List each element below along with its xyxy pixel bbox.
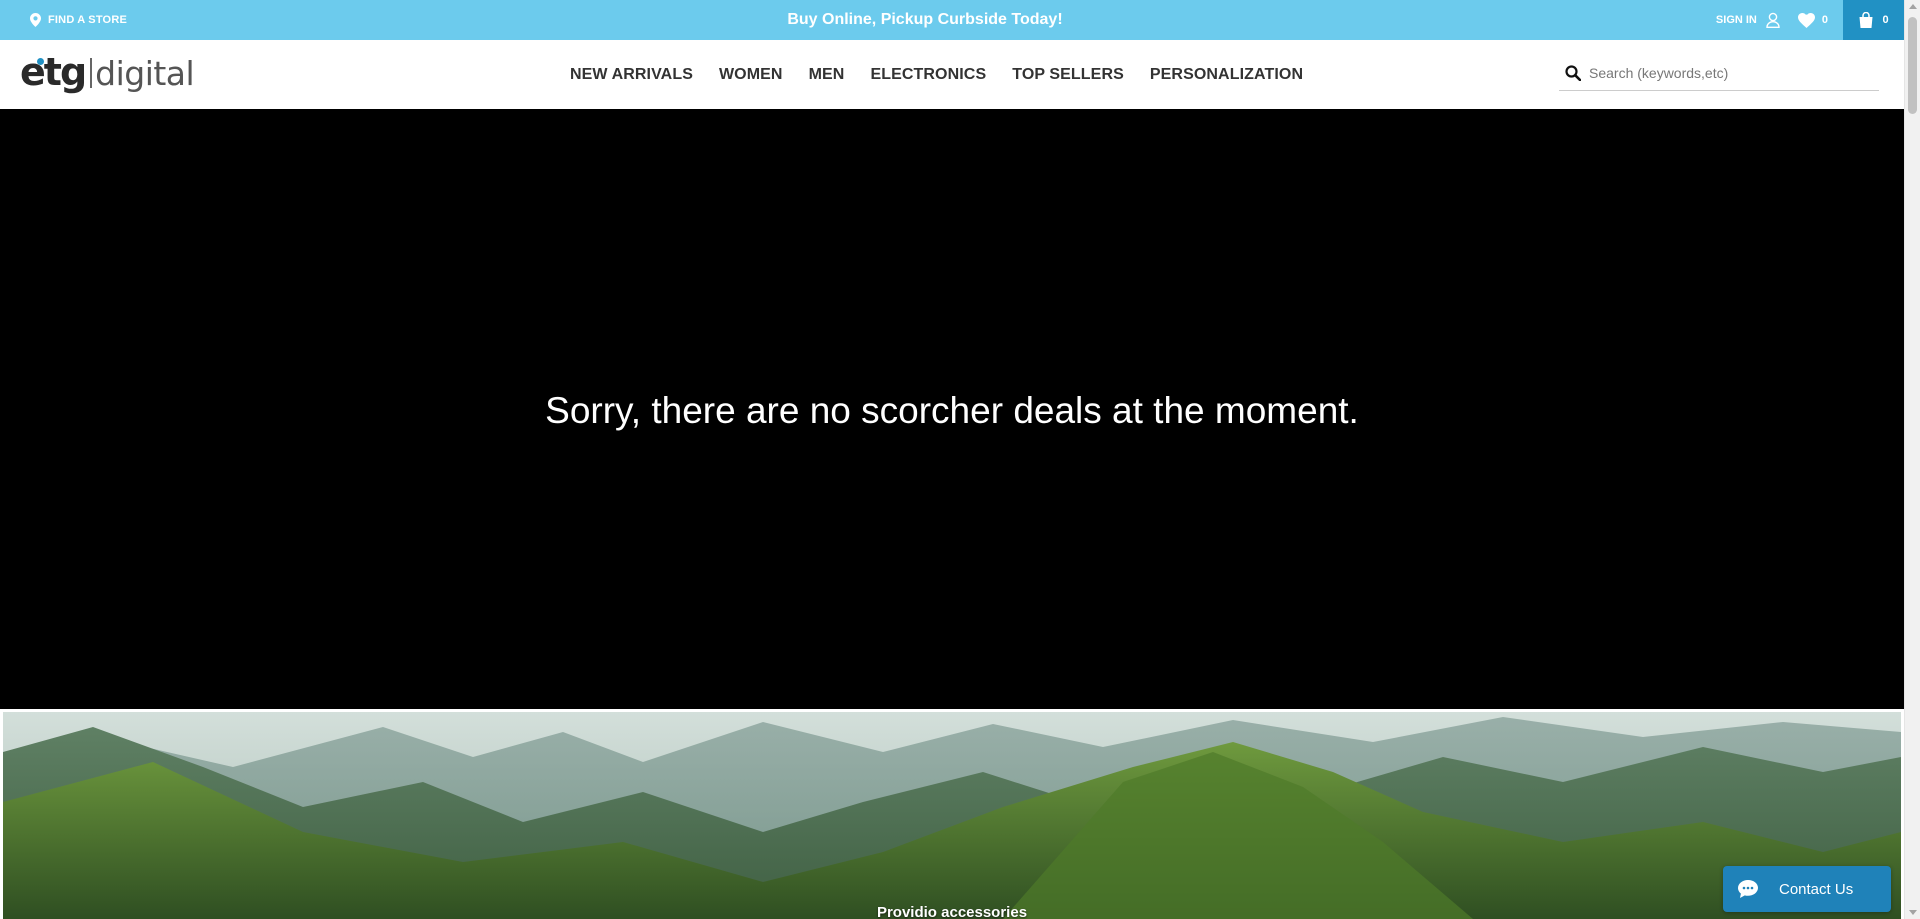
shopping-bag-icon: [1859, 12, 1873, 28]
nav-new-arrivals[interactable]: NEW ARRIVALS: [570, 66, 693, 84]
page-scrollbar[interactable]: [1904, 0, 1920, 919]
cart-button[interactable]: 0: [1843, 0, 1904, 40]
sign-in-label: SIGN IN: [1715, 14, 1757, 26]
sign-in-link[interactable]: SIGN IN: [1716, 12, 1780, 28]
top-promo-bar: FIND A STORE Buy Online, Pickup Curbside…: [0, 0, 1904, 40]
search-icon[interactable]: [1565, 64, 1581, 81]
nav-men[interactable]: MEN: [809, 66, 845, 84]
nav-electronics[interactable]: ELECTRONICS: [870, 66, 986, 84]
contact-us-button[interactable]: Contact Us: [1723, 866, 1891, 912]
site-header: etg digital NEW ARRIVALS WOMEN MEN ELECT…: [0, 40, 1904, 109]
scorcher-deals-hero: Sorry, there are no scorcher deals at th…: [0, 109, 1904, 709]
logo-accent-dot: [37, 58, 44, 65]
mountain-landscape-image: [3, 712, 1901, 919]
wishlist-button[interactable]: 0: [1797, 12, 1828, 28]
search-bar: [1559, 55, 1879, 91]
user-icon: [1766, 12, 1780, 28]
find-a-store-label: FIND A STORE: [48, 14, 127, 26]
search-input[interactable]: [1589, 64, 1859, 81]
scroll-down-arrow-icon[interactable]: [1909, 910, 1917, 915]
find-a-store-link[interactable]: FIND A STORE: [30, 0, 127, 40]
wishlist-count: 0: [1821, 14, 1828, 26]
nav-personalization[interactable]: PERSONALIZATION: [1150, 66, 1303, 84]
cart-count: 0: [1882, 14, 1889, 26]
nav-women[interactable]: WOMEN: [719, 66, 783, 84]
chat-bubble-icon: [1738, 880, 1758, 898]
map-pin-icon: [30, 13, 41, 27]
nav-top-sellers[interactable]: TOP SELLERS: [1012, 66, 1124, 84]
etg-digital-logo[interactable]: etg digital: [20, 50, 195, 94]
scroll-up-arrow-icon[interactable]: [1909, 4, 1917, 9]
scrollbar-thumb[interactable]: [1908, 17, 1917, 114]
main-navigation: NEW ARRIVALS WOMEN MEN ELECTRONICS TOP S…: [570, 40, 1303, 109]
account-actions: SIGN IN 0 0: [1716, 0, 1904, 40]
logo-primary-text: etg: [20, 50, 87, 94]
banner-caption: Providio accessories: [876, 904, 1028, 919]
logo-secondary-text: digital: [95, 54, 195, 93]
logo-divider: [90, 58, 93, 88]
promo-message: Buy Online, Pickup Curbside Today!: [787, 11, 1063, 28]
promo-banner[interactable]: Providio accessories: [3, 712, 1901, 919]
no-deals-message: Sorry, there are no scorcher deals at th…: [545, 390, 1359, 431]
heart-icon: [1797, 12, 1815, 28]
contact-us-label: Contact Us: [1779, 880, 1854, 898]
